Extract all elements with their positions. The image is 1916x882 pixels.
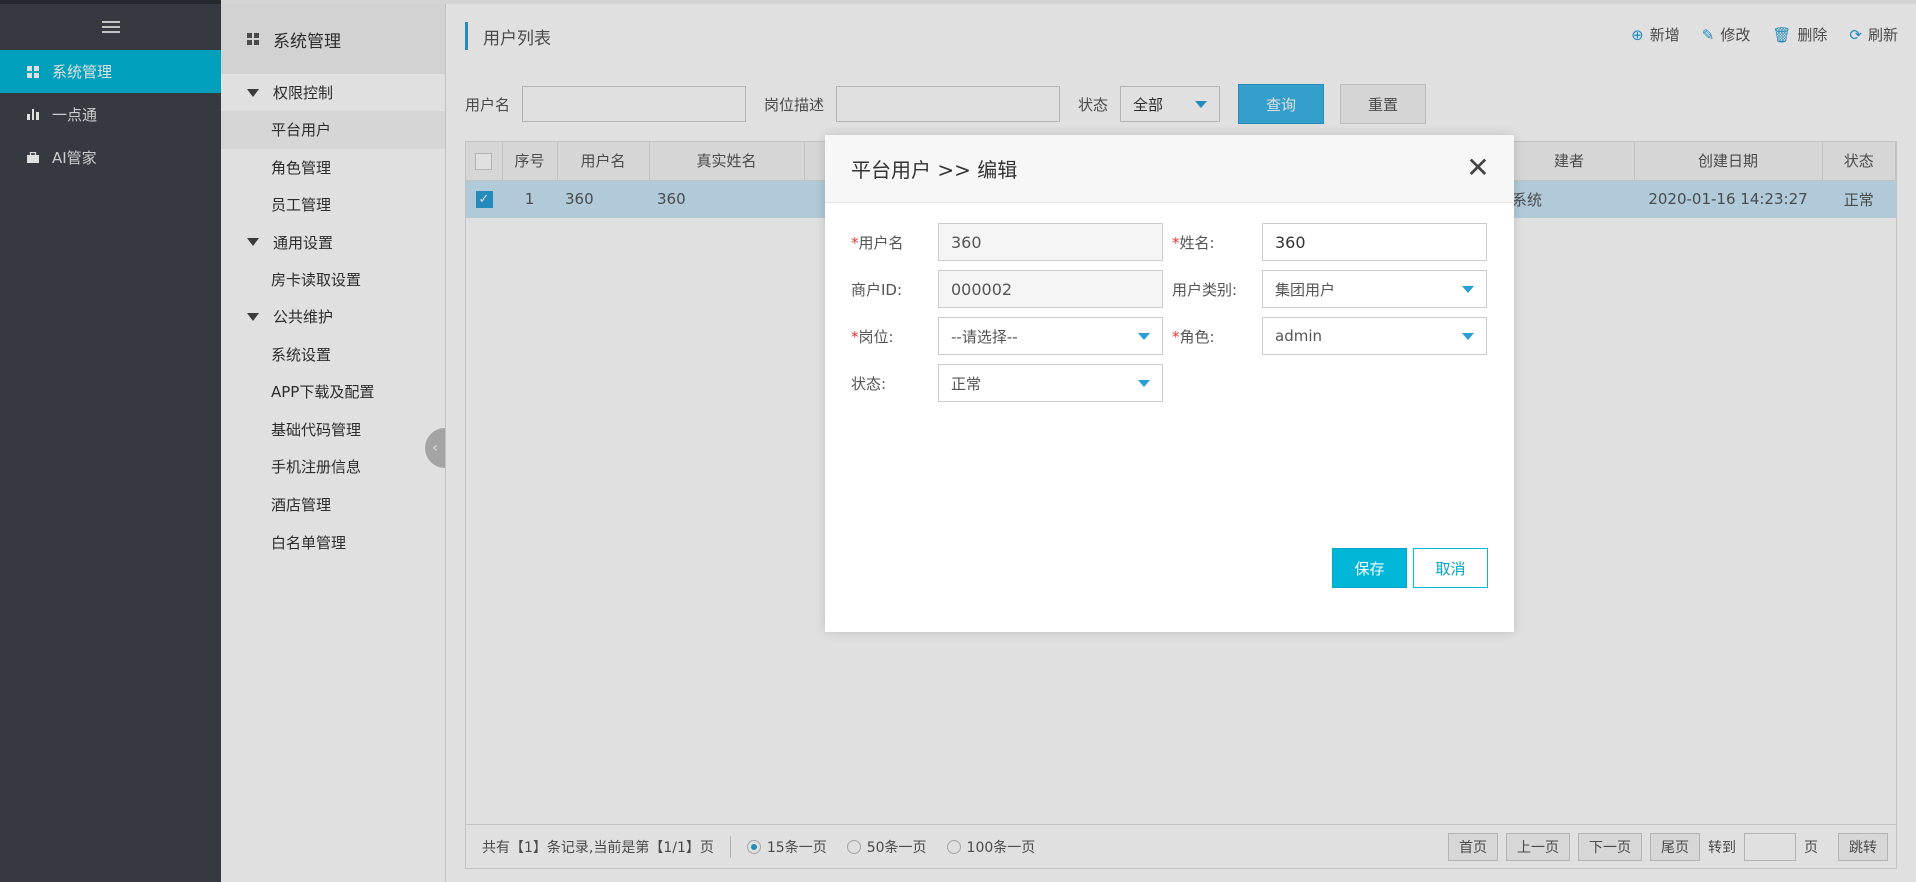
post-select[interactable]: --请选择-- <box>938 317 1163 355</box>
name-field[interactable]: 360 <box>1262 223 1487 261</box>
form-row: 状态: 正常 <box>851 364 1487 402</box>
role-value: admin <box>1275 327 1322 345</box>
edit-user-dialog: 平台用户 >> 编辑 ✕ *用户名 360 *姓名: 360 商户ID: 000… <box>825 135 1514 632</box>
form-row: *用户名 360 *姓名: 360 <box>851 223 1487 261</box>
username-field-label: *用户名 <box>851 233 904 252</box>
dialog-actions: 保存 取消 <box>1332 548 1488 588</box>
role-label-text: 角色: <box>1179 327 1215 346</box>
caret-down-icon <box>1138 379 1150 387</box>
name-field-label: *姓名: <box>1172 233 1215 252</box>
role-select[interactable]: admin <box>1262 317 1487 355</box>
form-row: 商户ID: 000002 用户类别: 集团用户 <box>851 270 1487 308</box>
username-label-text: 用户名 <box>858 233 904 252</box>
name-label-text: 姓名: <box>1179 233 1215 252</box>
edit-user-form: *用户名 360 *姓名: 360 商户ID: 000002 用户类别: 集团用… <box>851 223 1487 411</box>
post-label-text: 岗位: <box>858 327 894 346</box>
user-type-label: 用户类别: <box>1172 280 1238 299</box>
status-value: 正常 <box>951 374 982 393</box>
user-type-value: 集团用户 <box>1275 280 1336 299</box>
form-row: *岗位: --请选择-- *角色: admin <box>851 317 1487 355</box>
post-value: --请选择-- <box>951 327 1018 346</box>
status-select[interactable]: 正常 <box>938 364 1163 402</box>
cancel-button[interactable]: 取消 <box>1413 548 1488 588</box>
post-field-label: *岗位: <box>851 327 894 346</box>
dialog-title: 平台用户 >> 编辑 <box>851 158 1018 182</box>
merchant-id-field[interactable]: 000002 <box>938 270 1163 308</box>
caret-down-icon <box>1138 332 1150 340</box>
save-button[interactable]: 保存 <box>1332 548 1407 588</box>
close-icon[interactable]: ✕ <box>1464 151 1492 184</box>
status-field-label: 状态: <box>851 374 887 393</box>
caret-down-icon <box>1462 332 1474 340</box>
username-field[interactable]: 360 <box>938 223 1163 261</box>
caret-down-icon <box>1462 285 1474 293</box>
merchant-id-label: 商户ID: <box>851 280 903 299</box>
role-field-label: *角色: <box>1172 327 1215 346</box>
user-type-select[interactable]: 集团用户 <box>1262 270 1487 308</box>
dialog-header: 平台用户 >> 编辑 ✕ <box>825 135 1514 203</box>
